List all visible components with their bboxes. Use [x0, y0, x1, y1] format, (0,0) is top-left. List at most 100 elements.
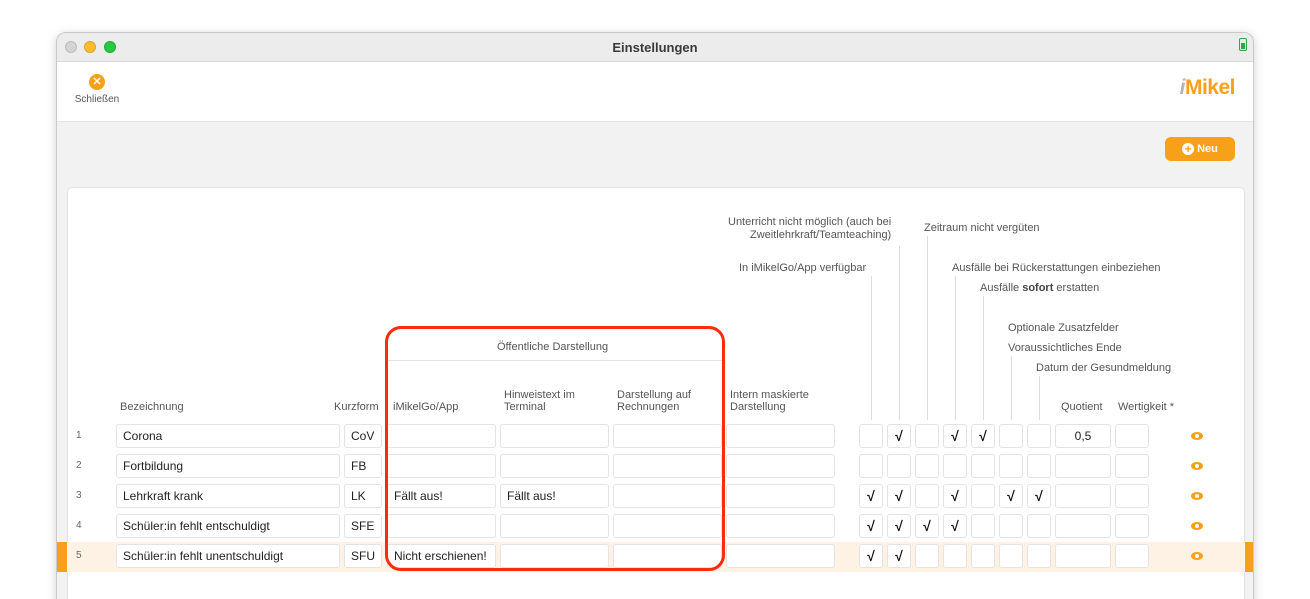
close-label: Schließen — [74, 94, 120, 105]
row-checkbox-4[interactable] — [943, 544, 967, 568]
row-checkbox-1[interactable]: √ — [859, 484, 883, 508]
plus-icon: + — [1182, 143, 1195, 155]
row-checkbox-5[interactable]: √ — [971, 424, 995, 448]
eye-icon[interactable] — [1191, 522, 1203, 530]
header-app-verfuegbar: In iMikelGo/App verfügbar — [739, 262, 867, 274]
quotient-field[interactable] — [1055, 484, 1111, 508]
new-button[interactable]: + Neu — [1165, 137, 1235, 161]
kurzform-field[interactable]: FB — [344, 454, 382, 478]
app-text-field[interactable] — [387, 454, 496, 478]
wertigkeit-field[interactable] — [1115, 454, 1149, 478]
kurzform-field[interactable]: SFU — [344, 544, 382, 568]
rechnung-field[interactable] — [613, 544, 722, 568]
row-checkbox-7[interactable] — [1027, 544, 1051, 568]
row-checkbox-3[interactable]: √ — [915, 514, 939, 538]
header-rechnung-2: Rechnungen — [617, 401, 680, 413]
header-intern-2: Darstellung — [730, 401, 786, 413]
row-number: 4 — [76, 520, 82, 531]
wertigkeit-field[interactable] — [1115, 424, 1149, 448]
row-checkbox-4[interactable]: √ — [943, 514, 967, 538]
eye-icon[interactable] — [1191, 432, 1203, 440]
app-text-field[interactable]: Nicht erschienen! — [387, 544, 496, 568]
row-checkbox-6[interactable] — [999, 544, 1023, 568]
row-checkbox-5[interactable] — [971, 544, 995, 568]
header-quotient: Quotient — [1061, 401, 1103, 413]
row-checkbox-2[interactable]: √ — [887, 424, 911, 448]
rechnung-field[interactable] — [613, 454, 722, 478]
row-checkbox-2[interactable]: √ — [887, 514, 911, 538]
header-wertigkeit: Wertigkeit * — [1118, 401, 1175, 413]
row-checkbox-6[interactable] — [999, 514, 1023, 538]
bezeichnung-field[interactable]: Corona — [116, 424, 340, 448]
header-sofort: Ausfälle sofort erstatten — [980, 282, 1100, 294]
quotient-field[interactable] — [1055, 544, 1111, 568]
row-checkbox-6[interactable] — [999, 454, 1023, 478]
app-text-field[interactable] — [387, 514, 496, 538]
hinweis-field[interactable] — [500, 424, 609, 448]
leader-line-rueckerstattung — [955, 276, 956, 420]
row-checkbox-5[interactable] — [971, 514, 995, 538]
intern-field[interactable] — [726, 544, 835, 568]
hinweis-field[interactable] — [500, 544, 609, 568]
bezeichnung-field[interactable]: Lehrkraft krank — [116, 484, 340, 508]
row-checkbox-3[interactable] — [915, 454, 939, 478]
header-rueckerstattungen: Ausfälle bei Rückerstattungen einbeziehe… — [952, 262, 1161, 274]
row-accent-right — [1245, 542, 1253, 572]
bezeichnung-field[interactable]: Schüler:in fehlt unentschuldigt — [116, 544, 340, 568]
row-accent-left — [57, 542, 67, 572]
eye-icon[interactable] — [1191, 492, 1203, 500]
app-text-field[interactable]: Fällt aus! — [387, 484, 496, 508]
intern-field[interactable] — [726, 454, 835, 478]
row-checkbox-7[interactable] — [1027, 514, 1051, 538]
rechnung-field[interactable] — [613, 514, 722, 538]
row-checkbox-5[interactable] — [971, 484, 995, 508]
toolbar: ✕ Schließen iMikel — [57, 62, 1253, 122]
quotient-field[interactable]: 0,5 — [1055, 424, 1111, 448]
group-divider — [388, 360, 722, 361]
hinweis-field[interactable]: Fällt aus! — [500, 484, 609, 508]
quotient-field[interactable] — [1055, 454, 1111, 478]
bezeichnung-field[interactable]: Schüler:in fehlt entschuldigt — [116, 514, 340, 538]
eye-icon[interactable] — [1191, 462, 1203, 470]
row-checkbox-6[interactable]: √ — [999, 484, 1023, 508]
kurzform-field[interactable]: CoV — [344, 424, 382, 448]
row-checkbox-4[interactable]: √ — [943, 484, 967, 508]
wertigkeit-field[interactable] — [1115, 514, 1149, 538]
row-checkbox-4[interactable] — [943, 454, 967, 478]
title-bar: Einstellungen — [57, 33, 1253, 62]
rechnung-field[interactable] — [613, 484, 722, 508]
bezeichnung-field[interactable]: Fortbildung — [116, 454, 340, 478]
row-checkbox-6[interactable] — [999, 424, 1023, 448]
eye-icon[interactable] — [1191, 552, 1203, 560]
leader-line-app — [871, 276, 872, 420]
row-checkbox-2[interactable]: √ — [887, 544, 911, 568]
row-checkbox-7[interactable] — [1027, 424, 1051, 448]
row-checkbox-2[interactable]: √ — [887, 484, 911, 508]
row-checkbox-3[interactable] — [915, 484, 939, 508]
app-text-field[interactable] — [387, 424, 496, 448]
header-ende: Voraussichtliches Ende — [1008, 342, 1122, 354]
row-checkbox-5[interactable] — [971, 454, 995, 478]
hinweis-field[interactable] — [500, 454, 609, 478]
intern-field[interactable] — [726, 424, 835, 448]
quotient-field[interactable] — [1055, 514, 1111, 538]
intern-field[interactable] — [726, 484, 835, 508]
row-checkbox-1[interactable]: √ — [859, 544, 883, 568]
intern-field[interactable] — [726, 514, 835, 538]
kurzform-field[interactable]: LK — [344, 484, 382, 508]
row-checkbox-1[interactable] — [859, 454, 883, 478]
row-checkbox-7[interactable] — [1027, 454, 1051, 478]
row-checkbox-2[interactable] — [887, 454, 911, 478]
wertigkeit-field[interactable] — [1115, 544, 1149, 568]
row-checkbox-1[interactable] — [859, 424, 883, 448]
rechnung-field[interactable] — [613, 424, 722, 448]
hinweis-field[interactable] — [500, 514, 609, 538]
row-checkbox-3[interactable] — [915, 544, 939, 568]
row-checkbox-4[interactable]: √ — [943, 424, 967, 448]
kurzform-field[interactable]: SFE — [344, 514, 382, 538]
row-checkbox-7[interactable]: √ — [1027, 484, 1051, 508]
row-checkbox-1[interactable]: √ — [859, 514, 883, 538]
close-button[interactable]: ✕ Schließen — [71, 74, 123, 105]
row-checkbox-3[interactable] — [915, 424, 939, 448]
wertigkeit-field[interactable] — [1115, 484, 1149, 508]
